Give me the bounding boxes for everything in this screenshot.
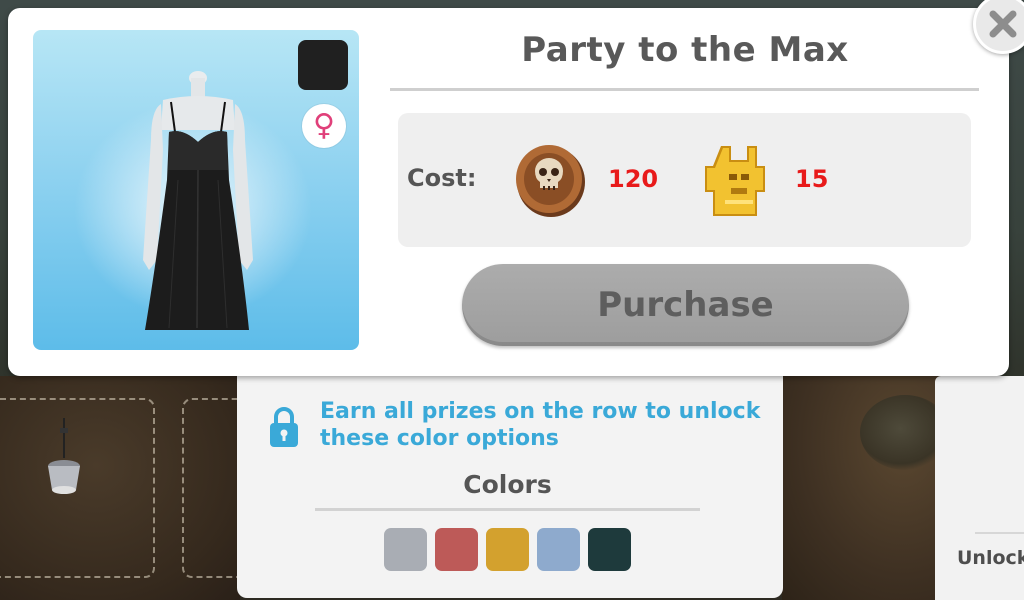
coin-cost-amount: 120 <box>608 165 659 193</box>
colors-title: Colors <box>463 470 552 499</box>
colors-divider <box>315 508 700 511</box>
unlock-colors-message: Earn all prizes on the row to unlock the… <box>320 399 761 451</box>
color-swatch-teal[interactable] <box>588 528 631 571</box>
cost-box <box>398 113 971 247</box>
side-panel-unlock-label[interactable]: Unlock <box>957 547 1024 569</box>
title-divider <box>390 88 979 91</box>
color-swatch-list <box>384 528 631 571</box>
statue-cost-amount: 15 <box>795 165 829 193</box>
color-swatch-red[interactable] <box>435 528 478 571</box>
golden-statue-icon <box>705 146 765 216</box>
color-swatch-gray[interactable] <box>384 528 427 571</box>
color-swatch-blue[interactable] <box>537 528 580 571</box>
hanging-lamp-icon <box>48 418 80 494</box>
selected-color-chip[interactable] <box>298 40 348 90</box>
black-dress-image <box>143 71 253 330</box>
skull-coin-icon <box>516 145 585 217</box>
item-title: Party to the Max <box>521 30 849 70</box>
close-icon <box>989 10 1017 38</box>
color-swatch-gold[interactable] <box>486 528 529 571</box>
lock-icon <box>270 407 298 447</box>
side-panel-divider <box>975 532 1024 534</box>
purchase-button[interactable]: Purchase <box>462 264 909 346</box>
cost-label: Cost: <box>407 164 477 192</box>
female-icon: ♀ <box>302 104 346 148</box>
